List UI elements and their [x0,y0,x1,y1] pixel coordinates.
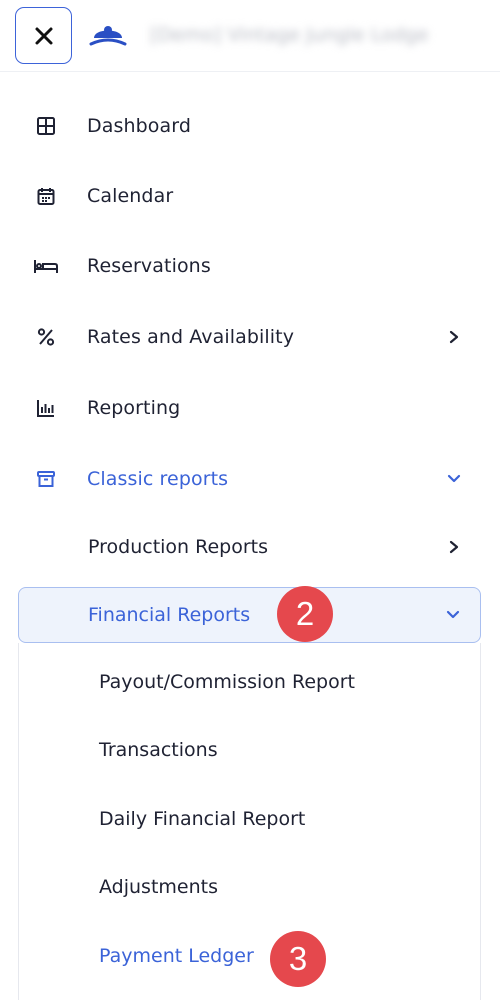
nav-label-daily-financial-report: Daily Financial Report [99,808,306,830]
nav-item-payout-commission-report[interactable]: Payout/Commission Report [0,656,500,708]
chevron-right-icon [445,328,463,346]
nav-item-calendar[interactable]: Calendar [0,170,500,222]
grid-icon [34,114,58,138]
archive-icon [34,467,58,491]
nav-item-classic-reports[interactable]: Classic reports [0,453,500,505]
nav-label-production-reports: Production Reports [88,536,269,558]
step-badge-3: 3 [270,931,326,987]
step-badge-2: 2 [277,586,333,642]
brand-logo-icon [89,26,127,46]
chevron-down-icon [445,470,463,488]
nav-item-dashboard[interactable]: Dashboard [0,100,500,152]
chevron-right-icon [445,538,463,556]
property-name: [Demo] Vintage Jungle Lodge [150,24,429,46]
nav-label-payment-ledger: Payment Ledger [99,945,254,967]
chevron-down-icon [444,606,462,624]
nav-item-payment-ledger[interactable]: Payment Ledger [0,930,500,982]
nav-item-adjustments[interactable]: Adjustments [0,861,500,913]
percent-icon [34,325,58,349]
nav-item-rates-availability[interactable]: Rates and Availability [0,311,500,363]
bed-icon [32,254,60,278]
nav-item-daily-financial-report[interactable]: Daily Financial Report [0,793,500,845]
nav-item-reservations[interactable]: Reservations [0,240,500,292]
nav-item-transactions[interactable]: Transactions [0,724,500,776]
financial-reports-row: Financial Reports [0,589,500,641]
nav-label-classic-reports: Classic reports [87,468,229,490]
nav-label-transactions: Transactions [99,739,218,761]
nav-label-reporting: Reporting [87,397,181,419]
close-menu-button[interactable] [15,7,72,64]
calendar-icon [34,184,58,208]
nav-item-production-reports[interactable]: Production Reports [0,521,500,573]
bar-chart-icon [34,396,58,420]
close-icon [35,27,52,44]
nav-label-financial-reports: Financial Reports [88,604,251,626]
nav-label-payout-commission-report: Payout/Commission Report [99,671,355,693]
nav-label-rates-availability: Rates and Availability [87,326,295,348]
nav-label-calendar: Calendar [87,185,174,207]
nav-label-dashboard: Dashboard [87,115,191,137]
nav-label-adjustments: Adjustments [99,876,218,898]
top-bar: [Demo] Vintage Jungle Lodge [0,0,500,72]
nav-item-reporting[interactable]: Reporting [0,382,500,434]
nav-label-reservations: Reservations [87,255,211,277]
